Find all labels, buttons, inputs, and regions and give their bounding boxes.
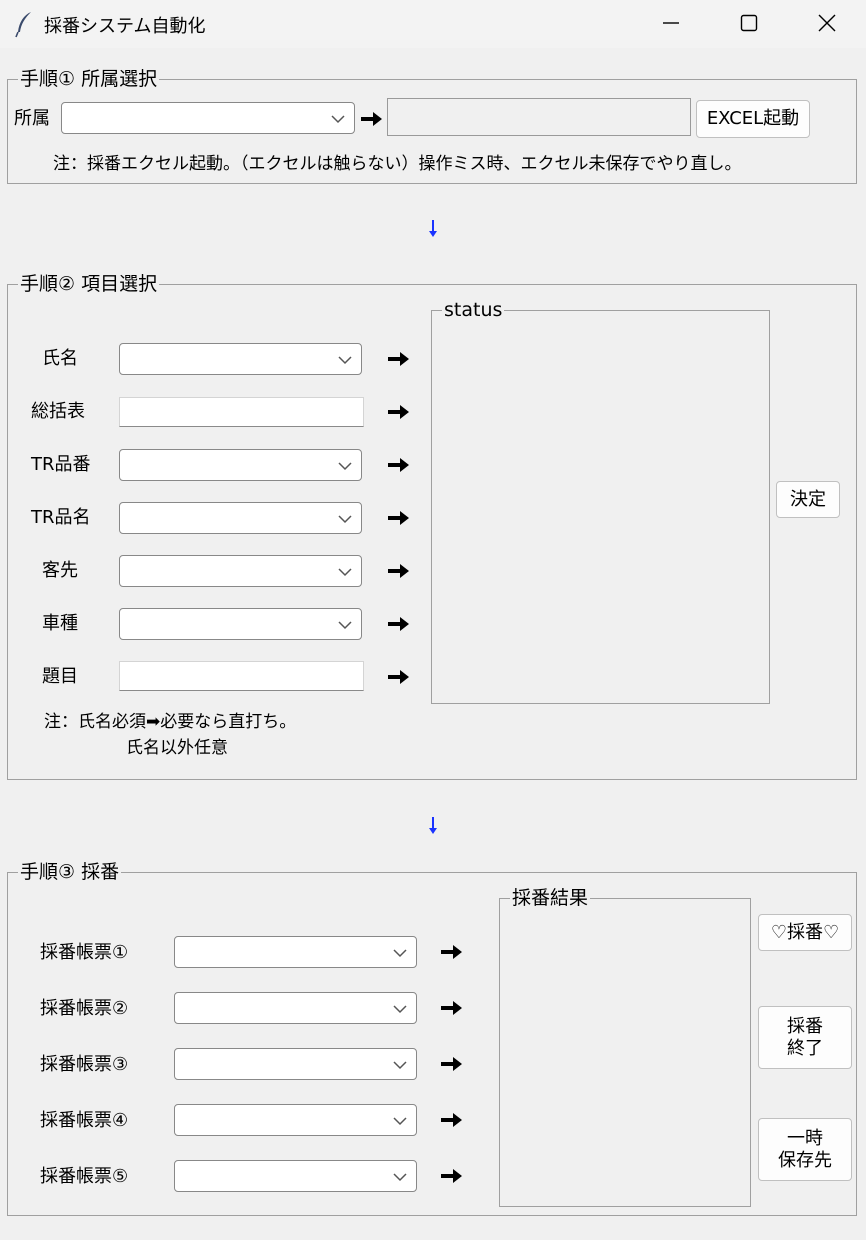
number-button[interactable]: ♡採番♡ xyxy=(758,914,852,951)
arrow-right-icon xyxy=(388,670,409,684)
feather-icon xyxy=(15,12,31,38)
tr-part-number-combobox[interactable] xyxy=(119,449,362,481)
name-label: 氏名 xyxy=(42,348,78,369)
arrow-right-icon xyxy=(441,1169,462,1183)
arrow-right-icon xyxy=(388,352,409,366)
numbering-result-panel: 採番結果 xyxy=(499,885,751,1207)
chevron-down-icon xyxy=(393,1117,407,1126)
affiliation-label: 所属 xyxy=(14,108,50,129)
flow-down-arrow-icon xyxy=(429,817,437,834)
chevron-down-icon xyxy=(338,515,352,524)
arrow-right-icon xyxy=(388,458,409,472)
step2-note-line1: 注：氏名必須➡必要なら直打ち。 xyxy=(44,712,297,732)
arrow-right-icon xyxy=(441,1001,462,1015)
status-panel: status xyxy=(431,297,770,704)
arrow-right-icon xyxy=(388,405,409,419)
tr-part-name-label: TR品名 xyxy=(31,507,91,528)
form4-combobox[interactable] xyxy=(174,1104,417,1136)
tr-part-number-label: TR品番 xyxy=(31,454,91,475)
form3-label: 採番帳票③ xyxy=(40,1054,129,1075)
form3-combobox[interactable] xyxy=(174,1048,417,1080)
close-button[interactable] xyxy=(788,0,866,46)
numbering-result-title: 採番結果 xyxy=(510,885,591,911)
customer-combobox[interactable] xyxy=(119,555,362,587)
subject-label: 題目 xyxy=(42,666,78,687)
name-combobox[interactable] xyxy=(119,343,362,375)
step2-title: 手順② 項目選択 xyxy=(18,271,160,297)
arrow-right-icon xyxy=(388,511,409,525)
arrow-right-icon xyxy=(441,1113,462,1127)
form5-combobox[interactable] xyxy=(174,1160,417,1192)
affiliation-combobox[interactable] xyxy=(61,102,355,134)
excel-path-field xyxy=(387,98,691,136)
arrow-right-icon xyxy=(441,1057,462,1071)
window-title: 採番システム自動化 xyxy=(44,16,206,37)
chevron-down-icon xyxy=(393,949,407,958)
vehicle-type-combobox[interactable] xyxy=(119,608,362,640)
minimize-icon xyxy=(663,22,679,24)
arrow-right-icon xyxy=(441,945,462,959)
arrow-right-icon xyxy=(361,112,382,126)
customer-label: 客先 xyxy=(42,560,78,581)
chevron-down-icon xyxy=(338,621,352,630)
chevron-down-icon xyxy=(393,1173,407,1182)
subject-input[interactable] xyxy=(119,661,364,691)
form1-label: 採番帳票① xyxy=(40,942,129,963)
step3-title: 手順③ 採番 xyxy=(18,859,122,885)
decide-button[interactable]: 決定 xyxy=(776,481,840,518)
temp-save-location-button[interactable]: 一時 保存先 xyxy=(758,1118,852,1181)
vehicle-type-label: 車種 xyxy=(42,613,78,634)
chevron-down-icon xyxy=(393,1005,407,1014)
form4-label: 採番帳票④ xyxy=(40,1110,129,1131)
close-icon xyxy=(818,14,836,32)
arrow-right-icon xyxy=(388,564,409,578)
form1-combobox[interactable] xyxy=(174,936,417,968)
chevron-down-icon xyxy=(393,1061,407,1070)
status-title: status xyxy=(442,297,505,323)
flow-down-arrow-icon xyxy=(429,220,437,237)
summary-input[interactable] xyxy=(119,397,364,427)
minimize-button[interactable] xyxy=(632,0,710,46)
chevron-down-icon xyxy=(331,115,345,124)
tr-part-name-combobox[interactable] xyxy=(119,502,362,534)
chevron-down-icon xyxy=(338,356,352,365)
excel-launch-button[interactable]: EXCEL起動 xyxy=(696,100,810,138)
step1-note: 注：採番エクセル起動。（エクセルは触らない）操作ミス時、エクセル未保存でやり直し… xyxy=(53,154,742,174)
arrow-right-icon xyxy=(388,617,409,631)
summary-label: 総括表 xyxy=(31,401,85,422)
maximize-button[interactable] xyxy=(710,0,788,46)
chevron-down-icon xyxy=(338,462,352,471)
form2-combobox[interactable] xyxy=(174,992,417,1024)
form2-label: 採番帳票② xyxy=(40,998,129,1019)
finish-numbering-button[interactable]: 採番 終了 xyxy=(758,1006,852,1069)
form5-label: 採番帳票⑤ xyxy=(40,1166,129,1187)
maximize-icon xyxy=(740,14,758,32)
step1-title: 手順① 所属選択 xyxy=(18,66,160,92)
step2-note-line2: 氏名以外任意 xyxy=(126,738,228,758)
chevron-down-icon xyxy=(338,568,352,577)
